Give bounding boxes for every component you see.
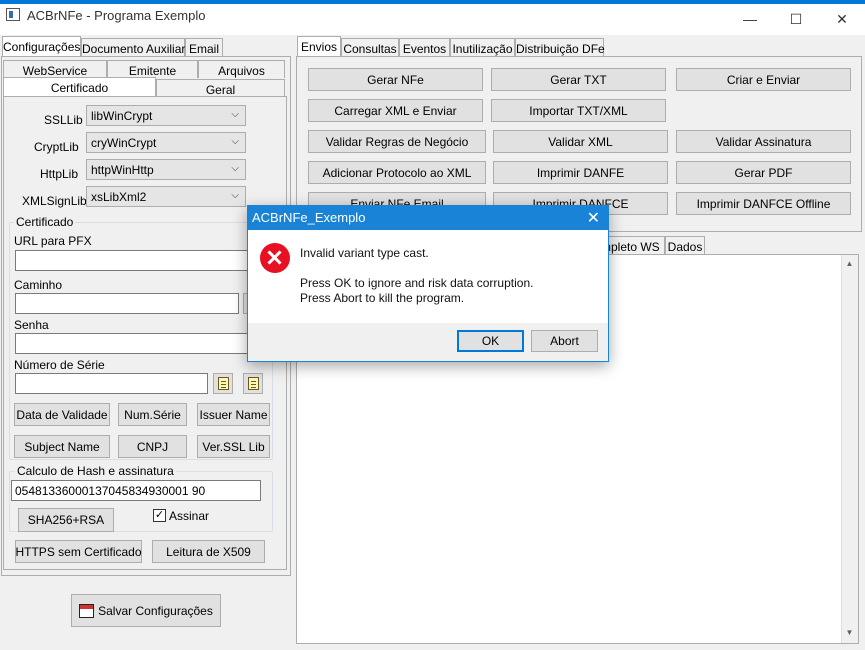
- maximize-button[interactable]: ☐: [773, 4, 819, 34]
- https-sem-certificado-button[interactable]: HTTPS sem Certificado: [15, 540, 142, 563]
- dialog-message-ok-line: Press OK to ignore and risk data corrupt…: [300, 276, 534, 290]
- tab-consultas[interactable]: Consultas: [341, 38, 399, 57]
- assinar-label: Assinar: [169, 509, 210, 523]
- senha-label: Senha: [14, 318, 49, 332]
- cryptlib-label: CryptLib: [34, 140, 79, 154]
- save-icon: [79, 603, 95, 618]
- validar-assinatura-button[interactable]: Validar Assinatura: [676, 130, 851, 153]
- httplib-value: httpWinHttp: [91, 163, 154, 177]
- caminho-label: Caminho: [14, 278, 63, 292]
- numero-serie-label: Número de Série: [14, 358, 105, 372]
- certificate-info-button[interactable]: [243, 373, 263, 394]
- document-icon: [248, 377, 259, 390]
- tab-email[interactable]: Email: [185, 38, 223, 57]
- chevron-down-icon: ⌵: [231, 136, 239, 147]
- document-icon: [218, 377, 229, 390]
- subject-name-button[interactable]: Subject Name: [14, 435, 110, 458]
- chevron-down-icon: ⌵: [231, 190, 239, 201]
- hash-group-title: Calculo de Hash e assinatura: [15, 464, 176, 478]
- window-title: ACBrNFe - Programa Exemplo: [27, 8, 206, 23]
- criar-e-enviar-button[interactable]: Criar e Enviar: [676, 68, 851, 91]
- carregar-xml-enviar-button[interactable]: Carregar XML e Enviar: [308, 99, 483, 122]
- numero-serie-input[interactable]: [15, 373, 208, 394]
- tab-geral[interactable]: Geral: [156, 79, 285, 97]
- tab-certificado[interactable]: Certificado: [3, 77, 156, 97]
- chevron-down-icon: ⌵: [231, 109, 239, 120]
- chevron-down-icon: ⌵: [231, 163, 239, 174]
- dialog-title: ACBrNFe_Exemplo: [248, 206, 608, 230]
- url-pfx-input[interactable]: [15, 250, 255, 271]
- scroll-up-icon[interactable]: ▲: [842, 257, 857, 271]
- importar-txt-xml-button[interactable]: Importar TXT/XML: [491, 99, 666, 122]
- certificado-group-title: Certificado: [14, 215, 76, 229]
- ssllib-label: SSLLib: [44, 113, 83, 127]
- tab-emitente[interactable]: Emitente: [107, 60, 198, 78]
- issuer-name-button[interactable]: Issuer Name: [197, 403, 270, 426]
- data-validade-button[interactable]: Data de Validade: [14, 403, 110, 426]
- xmlsignlib-label: XMLSignLib: [22, 194, 87, 208]
- cryptlib-select[interactable]: cryWinCrypt ⌵: [86, 132, 246, 153]
- xmlsignlib-select[interactable]: xsLibXml2 ⌵: [86, 186, 246, 207]
- imprimir-danfce-offline-button[interactable]: Imprimir DANFCE Offline: [676, 192, 851, 215]
- gerar-txt-button[interactable]: Gerar TXT: [491, 68, 666, 91]
- dialog-close-button[interactable]: ✕: [587, 208, 600, 228]
- cryptlib-value: cryWinCrypt: [91, 136, 157, 150]
- dialog-message: Invalid variant type cast.: [300, 246, 429, 260]
- dialog-message-abort-line: Press Abort to kill the program.: [300, 291, 465, 305]
- ver-ssl-lib-button[interactable]: Ver.SSL Lib: [197, 435, 270, 458]
- tab-eventos[interactable]: Eventos: [399, 38, 450, 57]
- gerar-pdf-button[interactable]: Gerar PDF: [676, 161, 851, 184]
- window-bottom-edge: [0, 645, 865, 650]
- tab-dados[interactable]: Dados: [665, 236, 705, 255]
- ssllib-select[interactable]: libWinCrypt ⌵: [86, 105, 246, 126]
- caminho-input[interactable]: [15, 293, 239, 314]
- minimize-button[interactable]: —: [727, 4, 773, 34]
- assinar-checkbox[interactable]: ✓: [153, 509, 166, 522]
- vertical-scrollbar[interactable]: [841, 255, 858, 643]
- validar-regras-button[interactable]: Validar Regras de Negócio: [308, 130, 486, 153]
- xmlsignlib-value: xsLibXml2: [91, 190, 147, 204]
- ssllib-value: libWinCrypt: [91, 109, 153, 123]
- error-icon: [260, 243, 290, 273]
- abort-button[interactable]: Abort: [531, 330, 598, 352]
- salvar-label: Salvar Configurações: [98, 603, 213, 618]
- salvar-configuracoes-button[interactable]: Salvar Configurações: [71, 594, 221, 627]
- tab-webservice[interactable]: WebService: [3, 60, 107, 78]
- app-icon: [6, 8, 20, 21]
- cnpj-button[interactable]: CNPJ: [118, 435, 187, 458]
- imprimir-danfe-button[interactable]: Imprimir DANFE: [493, 161, 668, 184]
- hash-input[interactable]: 05481336000137045834930001 90: [11, 480, 261, 501]
- httplib-select[interactable]: httpWinHttp ⌵: [86, 159, 246, 180]
- sha256-rsa-button[interactable]: SHA256+RSA: [18, 508, 114, 532]
- adicionar-protocolo-button[interactable]: Adicionar Protocolo ao XML: [308, 161, 486, 184]
- select-certificate-button[interactable]: [213, 373, 233, 394]
- tab-completo-ws[interactable]: mpleto WS: [600, 236, 665, 255]
- scroll-down-icon[interactable]: ▼: [842, 626, 857, 640]
- tab-documento-auxiliar[interactable]: Documento Auxiliar: [81, 38, 185, 57]
- close-button[interactable]: ✕: [819, 4, 865, 34]
- tab-configuracoes[interactable]: Configurações: [2, 36, 81, 57]
- error-dialog: ACBrNFe_Exemplo ✕ Invalid variant type c…: [247, 205, 609, 362]
- gerar-nfe-button[interactable]: Gerar NFe: [308, 68, 483, 91]
- url-pfx-label: URL para PFX: [14, 234, 92, 248]
- httplib-label: HttpLib: [40, 167, 79, 181]
- leitura-x509-button[interactable]: Leitura de X509: [152, 540, 265, 563]
- validar-xml-button[interactable]: Validar XML: [493, 130, 668, 153]
- tab-distribuicao-dfe[interactable]: Distribuição DFe: [515, 38, 605, 57]
- ok-button[interactable]: OK: [457, 330, 524, 352]
- num-serie-button[interactable]: Num.Série: [118, 403, 187, 426]
- tab-arquivos[interactable]: Arquivos: [198, 60, 285, 78]
- tab-envios[interactable]: Envios: [297, 36, 341, 57]
- senha-input[interactable]: [15, 333, 255, 354]
- tab-inutilizacao[interactable]: Inutilização: [450, 38, 515, 57]
